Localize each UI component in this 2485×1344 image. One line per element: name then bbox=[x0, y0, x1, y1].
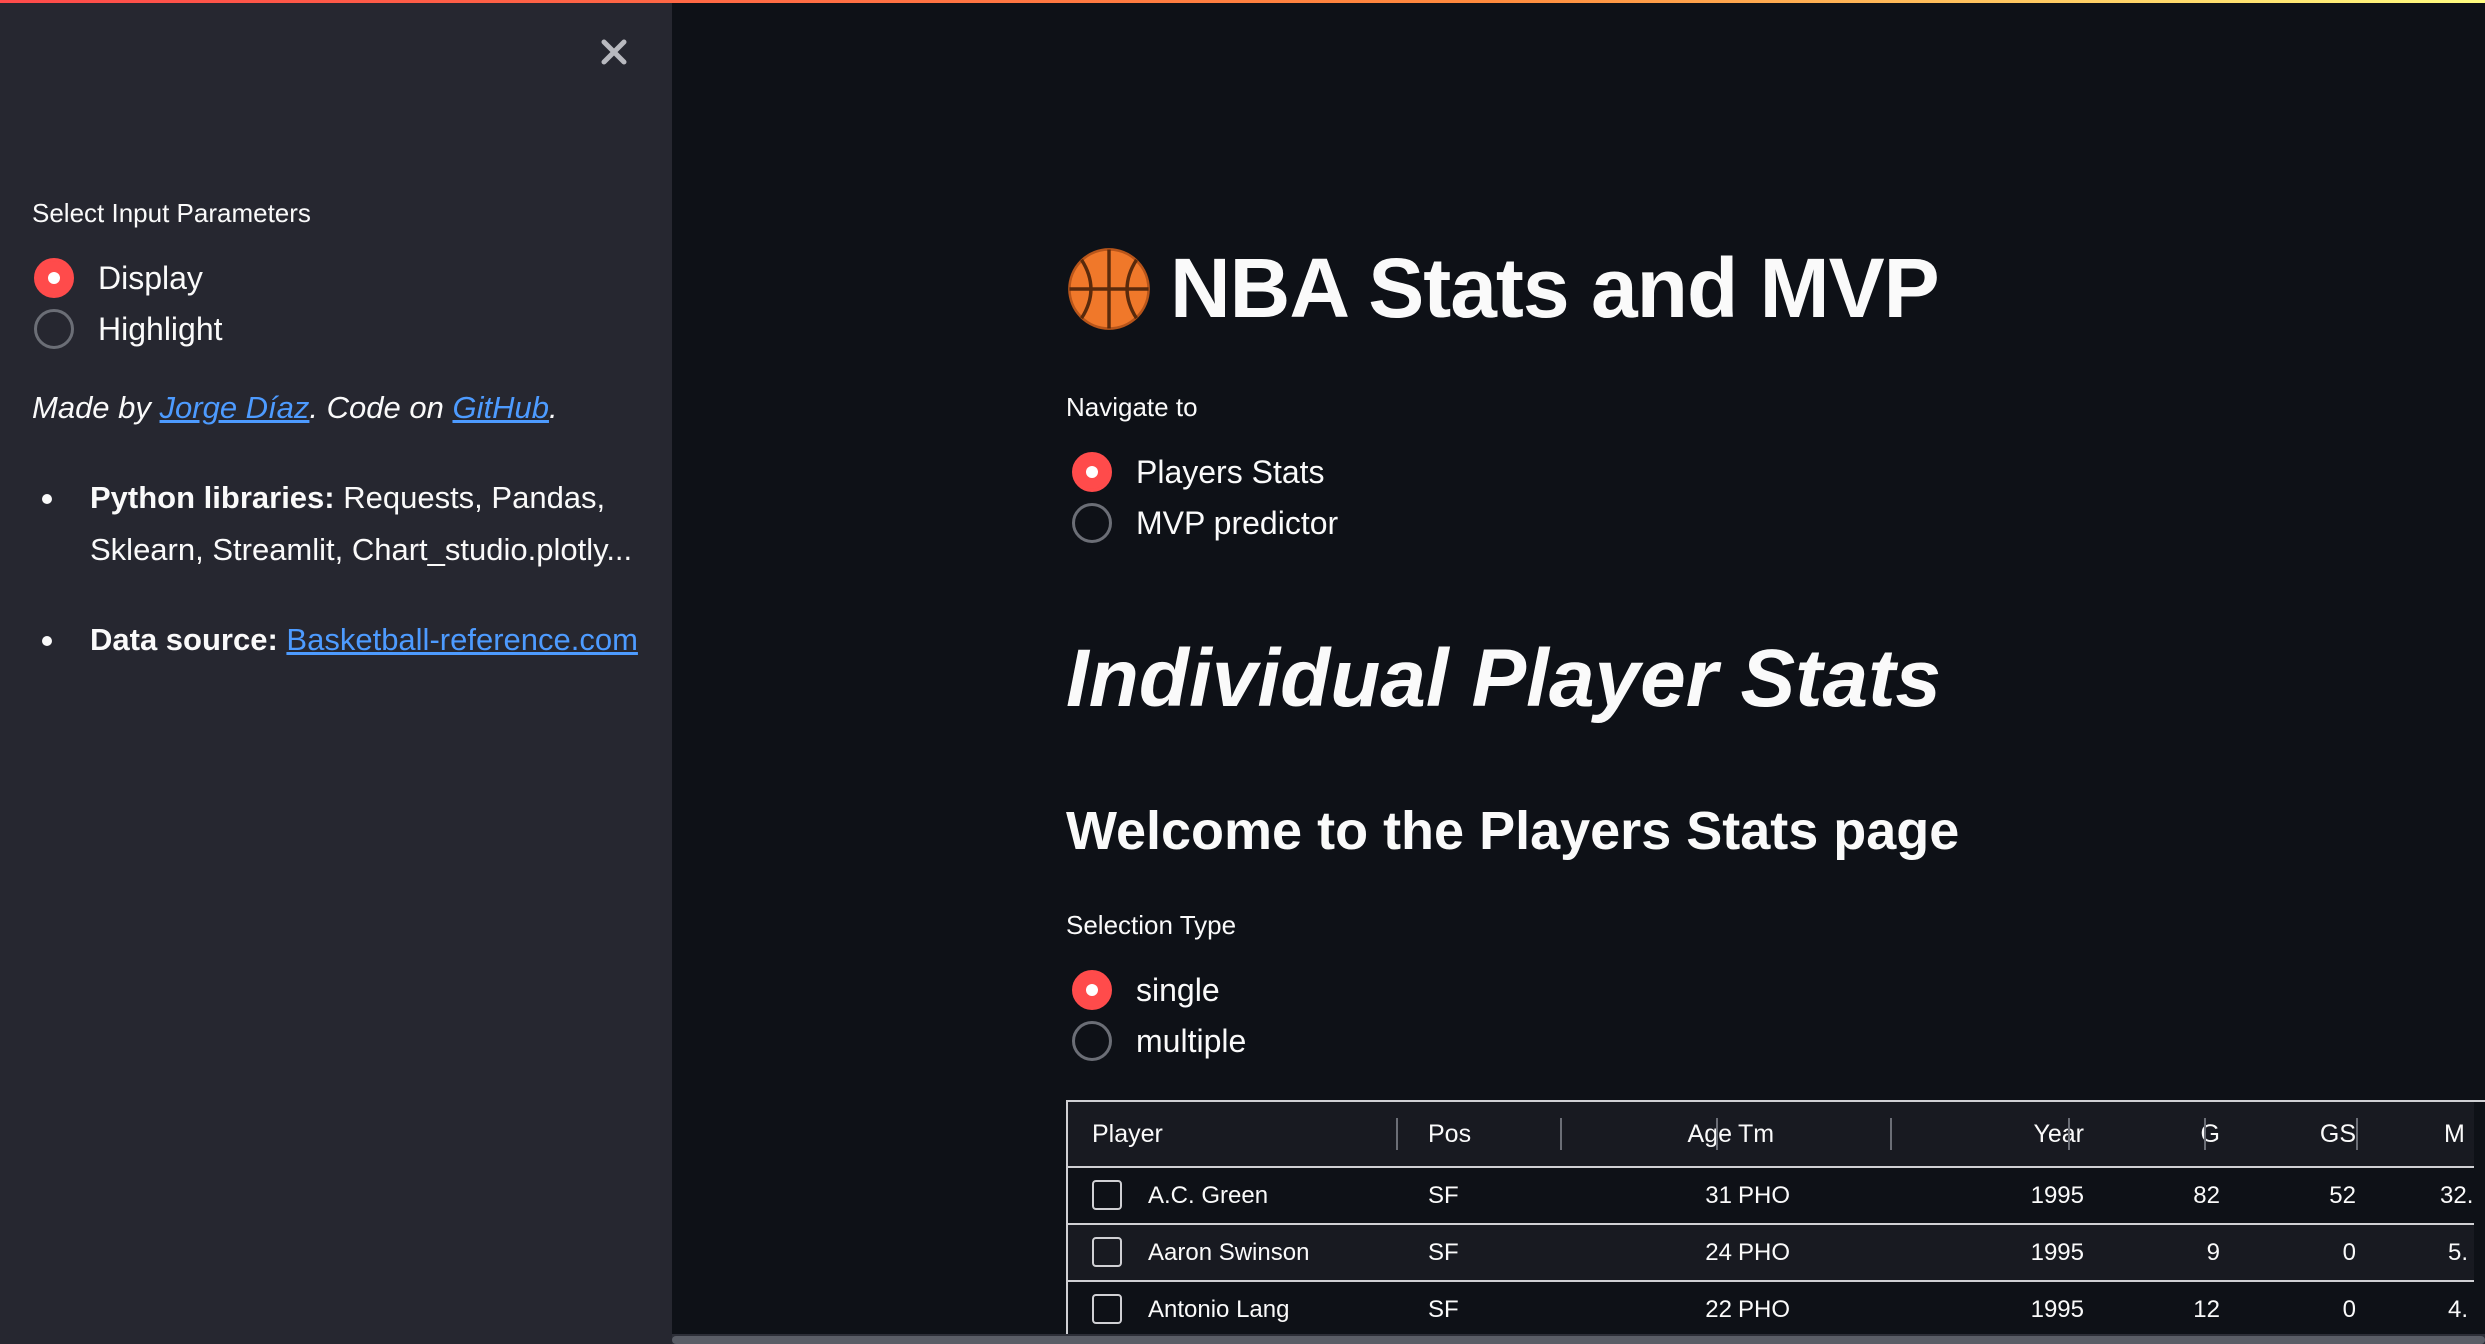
cell-age: 22 bbox=[1705, 1296, 1732, 1323]
column-resizer[interactable] bbox=[2356, 1118, 2358, 1150]
cell-tm: PHO bbox=[1738, 1182, 1791, 1209]
column-header-player[interactable]: Player bbox=[1092, 1102, 1163, 1166]
cell-gs: 0 bbox=[2342, 1239, 2356, 1266]
bullet-icon bbox=[42, 636, 52, 646]
radio-unselected-icon[interactable] bbox=[34, 309, 74, 349]
list-item: Python libraries: Requests, Pandas, Skle… bbox=[32, 472, 642, 576]
row-checkbox[interactable] bbox=[1092, 1237, 1122, 1267]
column-header-tm[interactable]: Tm bbox=[1738, 1102, 1774, 1166]
cell-tm: PHO bbox=[1738, 1296, 1791, 1323]
page-header: NBA Stats and MVP bbox=[1066, 240, 1940, 337]
table-row[interactable]: A.C. Green SF 31 PHO 1995 82 52 32. bbox=[1068, 1168, 2474, 1225]
section-title: Individual Player Stats bbox=[1066, 633, 1941, 724]
data-source-label: Data source: bbox=[90, 622, 278, 657]
cell-year: 1995 bbox=[2030, 1296, 2084, 1323]
credits-end: . bbox=[548, 390, 558, 425]
column-header-pos[interactable]: Pos bbox=[1428, 1102, 1471, 1166]
radio-mvp-predictor[interactable]: MVP predictor bbox=[1072, 503, 1338, 543]
radio-label: Players Stats bbox=[1136, 453, 1325, 490]
cell-gs: 0 bbox=[2342, 1296, 2356, 1323]
cell-g: 82 bbox=[2193, 1182, 2220, 1209]
cell-player: Aaron Swinson bbox=[1148, 1239, 1310, 1266]
cell-year: 1995 bbox=[2030, 1182, 2084, 1209]
navigate-label: Navigate to bbox=[1066, 392, 1198, 422]
column-header-mp[interactable]: M bbox=[2444, 1102, 2465, 1166]
column-header-year[interactable]: Year bbox=[1928, 1102, 2084, 1166]
radio-unselected-icon[interactable] bbox=[1072, 503, 1112, 543]
radio-unselected-icon[interactable] bbox=[1072, 1021, 1112, 1061]
radio-players-stats[interactable]: Players Stats bbox=[1072, 452, 1325, 492]
cell-player: A.C. Green bbox=[1148, 1182, 1269, 1209]
cell-year: 1995 bbox=[2030, 1239, 2084, 1266]
input-parameters-label: Select Input Parameters bbox=[32, 198, 311, 228]
sidebar: Select Input Parameters Display Highligh… bbox=[0, 0, 672, 1344]
selection-type-label: Selection Type bbox=[1066, 910, 1237, 940]
cell-gs: 52 bbox=[2329, 1182, 2356, 1209]
cell-mp: 32. bbox=[2440, 1182, 2474, 1209]
table-header: Player Pos Age Tm Year G GS M bbox=[1068, 1102, 2474, 1168]
cell-age: 24 bbox=[1705, 1239, 1732, 1266]
page-title: NBA Stats and MVP bbox=[1170, 241, 1940, 335]
column-resizer[interactable] bbox=[1890, 1118, 1892, 1150]
radio-label: MVP predictor bbox=[1136, 504, 1339, 541]
scrollbar-thumb[interactable] bbox=[672, 1336, 2485, 1344]
github-link[interactable]: GitHub bbox=[452, 390, 548, 425]
libraries-label: Python libraries: bbox=[90, 480, 335, 515]
column-resizer[interactable] bbox=[1560, 1118, 1562, 1150]
welcome-heading: Welcome to the Players Stats page bbox=[1066, 801, 1960, 861]
radio-label: Display bbox=[98, 259, 203, 296]
info-list: Python libraries: Requests, Pandas, Skle… bbox=[32, 472, 642, 704]
column-resizer[interactable] bbox=[2068, 1118, 2070, 1150]
cell-player: Antonio Lang bbox=[1148, 1296, 1290, 1323]
radio-label: single bbox=[1136, 971, 1220, 1008]
radio-display[interactable]: Display bbox=[34, 258, 203, 298]
cell-g: 12 bbox=[2193, 1296, 2220, 1323]
radio-selected-icon[interactable] bbox=[1072, 970, 1112, 1010]
radio-label: multiple bbox=[1136, 1022, 1247, 1059]
author-link[interactable]: Jorge Díaz bbox=[160, 390, 310, 425]
cell-pos: SF bbox=[1428, 1182, 1459, 1209]
column-resizer[interactable] bbox=[2204, 1118, 2206, 1150]
basketball-icon bbox=[1068, 247, 1150, 330]
column-resizer[interactable] bbox=[1396, 1118, 1398, 1150]
cell-pos: SF bbox=[1428, 1239, 1459, 1266]
credits-mid: . Code on bbox=[309, 390, 453, 425]
credits-line: Made by Jorge Díaz. Code on GitHub. bbox=[32, 390, 558, 426]
row-checkbox[interactable] bbox=[1092, 1294, 1122, 1324]
cell-g: 9 bbox=[2206, 1239, 2220, 1266]
radio-selected-icon[interactable] bbox=[34, 258, 74, 298]
close-icon bbox=[601, 39, 627, 65]
cell-mp: 5. bbox=[2448, 1239, 2469, 1266]
cell-tm: PHO bbox=[1738, 1239, 1791, 1266]
radio-multiple[interactable]: multiple bbox=[1072, 1021, 1246, 1061]
radio-highlight[interactable]: Highlight bbox=[34, 309, 223, 349]
horizontal-scrollbar[interactable] bbox=[672, 1334, 2485, 1344]
list-item: Data source: Basketball-reference.com bbox=[32, 614, 642, 666]
data-source-link[interactable]: Basketball-reference.com bbox=[286, 622, 638, 657]
table-row[interactable]: Antonio Lang SF 22 PHO 1995 12 0 4. bbox=[1068, 1282, 2474, 1339]
table-row[interactable]: Aaron Swinson SF 24 PHO 1995 9 0 5. bbox=[1068, 1225, 2474, 1282]
cell-pos: SF bbox=[1428, 1296, 1459, 1323]
column-header-gs[interactable]: GS bbox=[2248, 1102, 2356, 1166]
credits-prefix: Made by bbox=[32, 390, 160, 425]
radio-label: Highlight bbox=[98, 310, 223, 347]
close-sidebar-button[interactable] bbox=[592, 30, 636, 74]
main-content: NBA Stats and MVP Navigate to Players St… bbox=[672, 0, 2485, 1344]
top-decoration-bar bbox=[0, 0, 2485, 3]
players-table[interactable]: Player Pos Age Tm Year G GS M A.C. Green… bbox=[1066, 1100, 2485, 1344]
cell-age: 31 bbox=[1705, 1182, 1732, 1209]
radio-selected-icon[interactable] bbox=[1072, 452, 1112, 492]
cell-mp: 4. bbox=[2448, 1296, 2469, 1323]
bullet-icon bbox=[42, 494, 52, 504]
radio-single[interactable]: single bbox=[1072, 970, 1220, 1010]
row-checkbox[interactable] bbox=[1092, 1180, 1122, 1210]
column-resizer[interactable] bbox=[1716, 1118, 1718, 1150]
